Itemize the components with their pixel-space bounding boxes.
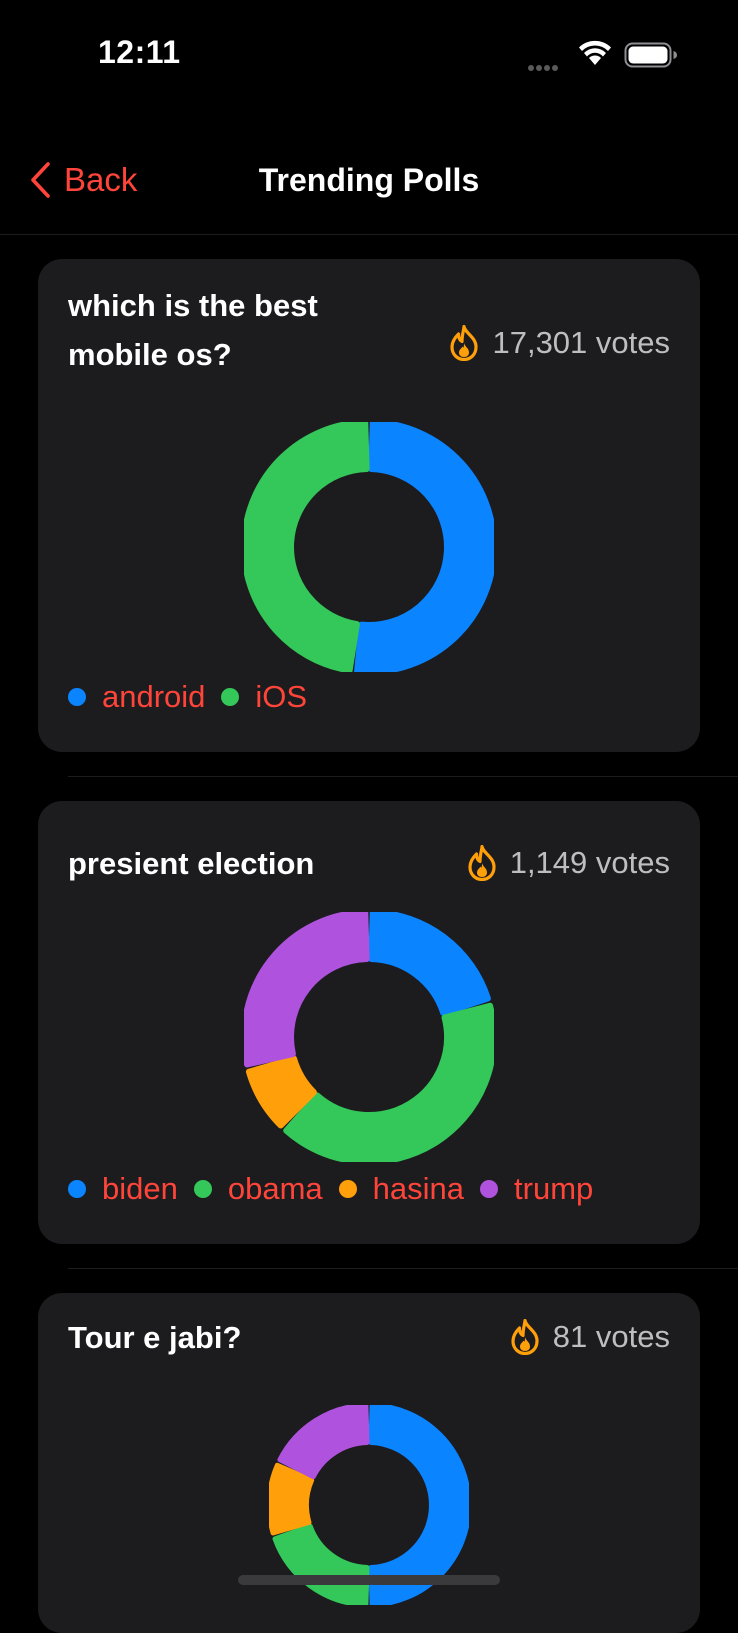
legend-label: android [102, 679, 206, 714]
donut-slice-obama [283, 1002, 494, 1162]
legend-dot [338, 1180, 357, 1198]
donut-slice-series-1 [272, 1523, 370, 1605]
cellular-dots-icon [528, 58, 560, 76]
legend-item-biden[interactable]: biden [68, 1171, 178, 1207]
legend-dot [68, 688, 86, 706]
legend-label: trump [514, 1171, 594, 1206]
donut-slice-biden [368, 912, 491, 1017]
donut-slice-ios [244, 422, 370, 672]
flame-icon [450, 325, 479, 361]
poll-card[interactable]: which is the best mobile os? 17,301 vote… [38, 259, 700, 752]
legend-item-android[interactable]: android [68, 679, 205, 715]
donut-slice-android [354, 422, 494, 672]
poll-card[interactable]: presient election 1,149 votes biden obam… [38, 801, 700, 1244]
poll-votes: 1,149 votes [468, 845, 670, 881]
navigation-bar: Back Trending Polls [0, 130, 738, 235]
wifi-icon [579, 40, 611, 65]
poll-legend: android iOS [68, 679, 323, 715]
poll-title: Tour e jabi? [68, 1320, 242, 1355]
poll-votes: 81 votes [511, 1319, 670, 1355]
legend-dot [193, 1180, 212, 1198]
votes-count: 1,149 votes [509, 845, 670, 880]
donut-slice-trump [244, 912, 370, 1068]
poll-legend: biden obama hasina trump [68, 1171, 609, 1207]
legend-item-obama[interactable]: obama [193, 1171, 323, 1207]
poll-donut-chart [244, 422, 494, 672]
row-separator [68, 1268, 738, 1269]
votes-count: 81 votes [552, 1319, 670, 1354]
page-title: Trending Polls [258, 162, 480, 198]
legend-label: obama [227, 1171, 323, 1206]
poll-donut-chart [244, 912, 494, 1162]
poll-votes: 17,301 votes [450, 325, 670, 361]
legend-dot [480, 1180, 499, 1198]
legend-item-hasina[interactable]: hasina [338, 1171, 465, 1207]
legend-item-trump[interactable]: trump [480, 1171, 593, 1207]
legend-dot [221, 688, 240, 706]
battery-icon [624, 42, 677, 68]
flame-icon [511, 1319, 539, 1355]
poll-title: presient election [68, 846, 315, 881]
row-separator [68, 776, 738, 777]
status-time: 12:11 [98, 34, 181, 70]
legend-label: hasina [372, 1171, 465, 1206]
flame-icon [468, 845, 496, 881]
poll-title: which is the best mobile os? [68, 288, 318, 372]
votes-count: 17,301 votes [492, 325, 670, 360]
legend-label: biden [102, 1171, 178, 1206]
legend-label: iOS [255, 679, 308, 714]
home-indicator [238, 1575, 500, 1585]
donut-slice-series-3 [277, 1405, 370, 1480]
legend-dot [68, 1180, 86, 1198]
legend-item-ios[interactable]: iOS [221, 679, 307, 715]
status-bar: 12:11 [0, 0, 738, 110]
